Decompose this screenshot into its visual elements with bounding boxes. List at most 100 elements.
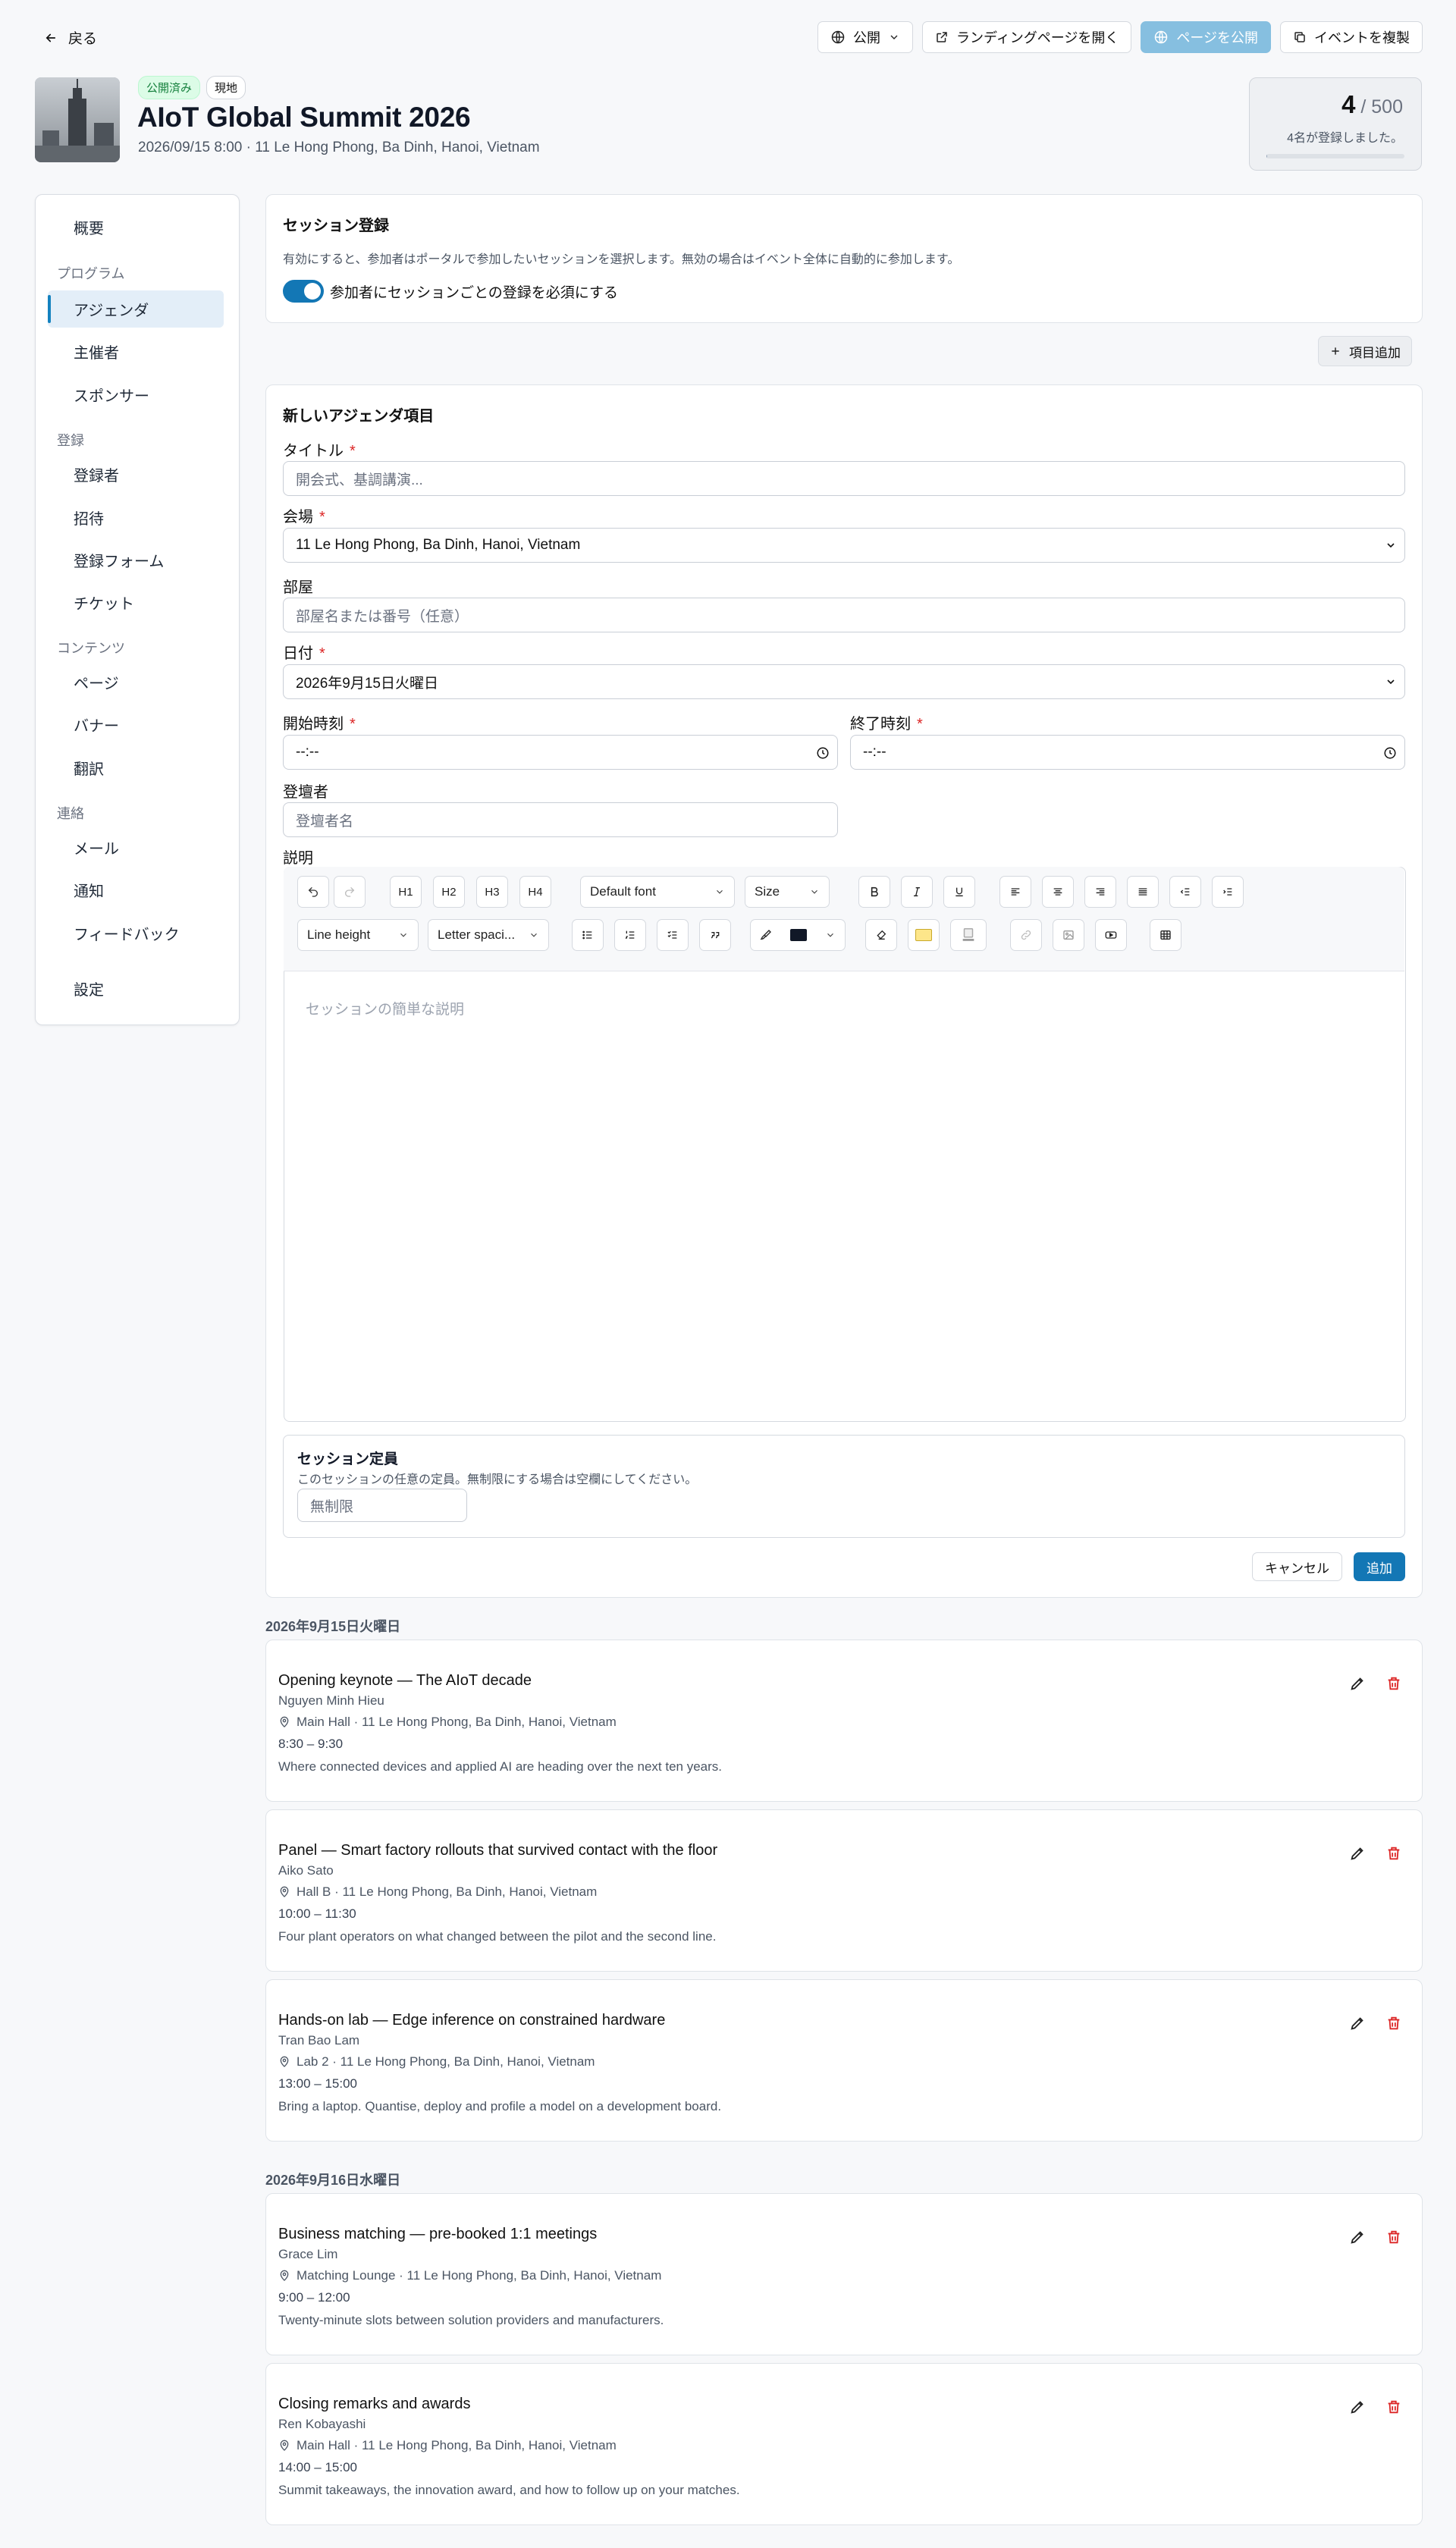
align-justify-button[interactable] [1127, 876, 1159, 908]
sidebar: 概要 プログラム アジェンダ 主催者 スポンサー 登録 登録者 招待 登録フォー… [35, 194, 240, 1025]
sidebar-item-overview[interactable]: 概要 [74, 216, 104, 238]
paint-bucket-icon [960, 927, 977, 943]
delete-button[interactable] [1385, 1845, 1402, 1862]
text-color-picker[interactable] [750, 919, 846, 951]
agenda-item-location: Main Hall · 11 Le Hong Phong, Ba Dinh, H… [278, 1715, 617, 1730]
session-registration-title: セッション登録 [283, 218, 389, 234]
line-height-select[interactable]: Line height [297, 919, 419, 951]
end-time-input[interactable]: --:-- [850, 735, 1405, 770]
edit-button[interactable] [1349, 2015, 1366, 2032]
task-list-icon [667, 929, 679, 941]
sidebar-item-agenda[interactable]: アジェンダ [74, 298, 149, 320]
edit-button[interactable] [1349, 1845, 1366, 1862]
image-button[interactable] [1053, 919, 1084, 951]
edit-button[interactable] [1349, 1675, 1366, 1692]
venue-value: 11 Le Hong Phong, Ba Dinh, Hanoi, Vietna… [296, 537, 581, 553]
outdent-icon [1179, 886, 1191, 898]
align-center-button[interactable] [1042, 876, 1074, 908]
table-button[interactable] [1150, 919, 1181, 951]
sidebar-item-sponsors[interactable]: スポンサー [74, 384, 149, 406]
sidebar-item-banners[interactable]: バナー [74, 714, 119, 736]
venue-select[interactable]: 11 Le Hong Phong, Ba Dinh, Hanoi, Vietna… [283, 528, 1405, 563]
start-time-label: 開始時刻 * [283, 716, 356, 733]
clock-icon[interactable] [816, 746, 830, 760]
image-icon [1062, 929, 1075, 941]
date-select[interactable]: 2026年9月15日火曜日 [283, 664, 1405, 699]
heading-3-button[interactable]: H3 [476, 876, 508, 908]
indent-button[interactable] [1212, 876, 1244, 908]
registration-count: 4 / 500 [1341, 90, 1403, 119]
italic-button[interactable] [901, 876, 933, 908]
add-button[interactable]: 追加 [1354, 1552, 1405, 1581]
heading-1-button[interactable]: H1 [390, 876, 422, 908]
align-right-button[interactable] [1084, 876, 1116, 908]
visibility-dropdown[interactable]: 公開 [817, 21, 913, 53]
highlight-button[interactable] [908, 919, 940, 951]
open-landing-button[interactable]: ランディングページを開く [921, 21, 1132, 53]
sidebar-item-registration-form[interactable]: 登録フォーム [74, 549, 164, 571]
clear-format-button[interactable] [865, 919, 897, 951]
sidebar-item-notifications[interactable]: 通知 [74, 879, 104, 901]
agenda-item-title: Business matching — pre-booked 1:1 meeti… [278, 2226, 598, 2242]
sidebar-item-organizers[interactable]: 主催者 [74, 340, 119, 362]
delete-button[interactable] [1385, 2015, 1402, 2032]
underline-button[interactable] [943, 876, 975, 908]
bold-button[interactable] [858, 876, 890, 908]
venue-label: 会場 * [283, 509, 325, 526]
ordered-list-button[interactable] [614, 919, 646, 951]
start-time-input[interactable]: --:-- [283, 735, 838, 770]
publish-button[interactable]: ページを公開 [1141, 21, 1271, 53]
task-list-button[interactable] [657, 919, 689, 951]
redo-button[interactable] [334, 876, 366, 908]
agenda-item: Panel — Smart factory rollouts that surv… [265, 1809, 1423, 1972]
speaker-input[interactable]: 登壇者名 [283, 802, 838, 837]
add-item-button[interactable]: 項目追加 [1318, 336, 1412, 366]
edit-button[interactable] [1349, 2399, 1366, 2415]
font-family-select[interactable]: Default font [580, 876, 735, 908]
sidebar-item-feedback[interactable]: フィードバック [74, 922, 180, 944]
chevron-down-icon [398, 930, 409, 940]
registered-number: 4 [1341, 90, 1356, 118]
trash-icon [1385, 2015, 1402, 2032]
session-registration-toggle[interactable] [283, 280, 324, 303]
top-actions: 公開 ランディングページを開く ページを公開 イベントを複製 [817, 21, 1423, 53]
link-button[interactable] [1010, 919, 1042, 951]
letter-spacing-select[interactable]: Letter spaci... [428, 919, 549, 951]
session-capacity-input[interactable]: 無制限 [297, 1489, 467, 1522]
duplicate-button[interactable]: イベントを複製 [1280, 21, 1423, 53]
edit-button[interactable] [1349, 2229, 1366, 2245]
sidebar-group-program: プログラム [57, 266, 125, 281]
outdent-button[interactable] [1169, 876, 1201, 908]
heading-4-button[interactable]: H4 [519, 876, 551, 908]
sidebar-item-settings[interactable]: 設定 [74, 977, 104, 999]
clock-icon[interactable] [1383, 746, 1397, 760]
external-link-icon [935, 30, 949, 44]
bullet-list-button[interactable] [572, 919, 604, 951]
description-placeholder[interactable]: セッションの簡単な説明 [306, 998, 464, 1018]
video-button[interactable] [1095, 919, 1127, 951]
bold-icon [868, 886, 880, 898]
sidebar-item-tickets[interactable]: チケット [74, 592, 134, 613]
agenda-item-time: 13:00 – 15:00 [278, 2076, 357, 2091]
heading-2-button[interactable]: H2 [433, 876, 465, 908]
background-color-button[interactable] [950, 919, 987, 951]
blockquote-button[interactable] [699, 919, 731, 951]
sidebar-item-email[interactable]: メール [74, 836, 119, 858]
sidebar-item-registrants[interactable]: 登録者 [74, 463, 119, 485]
title-input[interactable]: 開会式、基調講演... [283, 461, 1405, 496]
sidebar-item-pages[interactable]: ページ [74, 671, 119, 693]
delete-button[interactable] [1385, 1675, 1402, 1692]
room-input[interactable]: 部屋名または番号（任意） [283, 598, 1405, 632]
back-button[interactable]: 戻る [44, 27, 97, 48]
sidebar-item-invitations[interactable]: 招待 [74, 507, 104, 529]
sidebar-item-translations[interactable]: 翻訳 [74, 757, 104, 779]
registration-progress [1266, 154, 1404, 158]
cancel-button[interactable]: キャンセル [1252, 1552, 1342, 1581]
font-size-select[interactable]: Size [745, 876, 830, 908]
delete-button[interactable] [1385, 2399, 1402, 2415]
delete-button[interactable] [1385, 2229, 1402, 2245]
align-left-button[interactable] [999, 876, 1031, 908]
align-left-icon [1009, 886, 1021, 898]
type-badge: 現地 [206, 76, 246, 99]
undo-button[interactable] [297, 876, 329, 908]
